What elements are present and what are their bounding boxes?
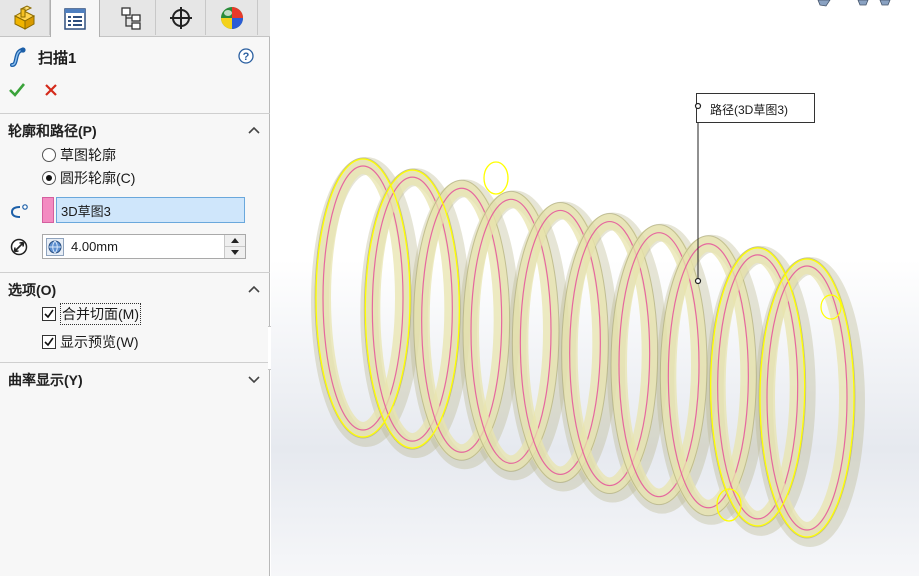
checkmark-icon xyxy=(9,83,26,97)
checkbox-show-preview[interactable]: 显示预览(W) xyxy=(42,332,139,352)
show-preview-label: 显示预览(W) xyxy=(60,334,139,350)
group-title-curvature-display[interactable]: 曲率显示(Y) xyxy=(8,370,83,390)
dimxpert-manager-icon xyxy=(169,6,192,29)
path-icon xyxy=(10,204,28,218)
graphics-viewport[interactable]: 路径(3D草图3) xyxy=(271,0,919,576)
profile-circle xyxy=(483,161,509,195)
chevron-down-icon[interactable] xyxy=(246,372,262,386)
feature-header: 扫描1 ? xyxy=(0,42,270,70)
callout-anchor-point xyxy=(694,277,702,285)
diameter-spinner[interactable] xyxy=(224,235,245,258)
divider xyxy=(0,113,270,114)
group-title-profile-and-path[interactable]: 轮廓和路径(P) xyxy=(8,121,97,141)
chevron-up-icon[interactable] xyxy=(246,123,262,137)
spin-down-button[interactable] xyxy=(225,246,245,258)
tab-display-manager[interactable] xyxy=(206,0,258,35)
tab-configuration-manager[interactable] xyxy=(106,0,156,35)
callout-pin-icon xyxy=(694,102,702,110)
path-selection-row: 3D草图3 xyxy=(0,195,270,227)
diameter-input[interactable]: 4.00mm xyxy=(42,234,246,259)
close-icon xyxy=(45,84,57,96)
configuration-manager-icon xyxy=(120,6,141,30)
tab-property-manager[interactable] xyxy=(50,0,100,37)
diameter-value: 4.00mm xyxy=(71,239,118,254)
checkbox-merge-tangent-faces[interactable]: 合并切面(M) xyxy=(42,303,141,325)
cancel-button[interactable] xyxy=(42,81,60,99)
radio-sketch-profile[interactable]: 草图轮廓 xyxy=(42,145,116,165)
path-callout-label[interactable]: 路径(3D草图3) xyxy=(696,93,815,123)
path-color-swatch xyxy=(42,197,54,223)
checkbox[interactable] xyxy=(42,307,56,321)
ok-button[interactable] xyxy=(8,81,26,99)
diameter-row: 4.00mm xyxy=(0,233,270,259)
tab-feature-manager[interactable] xyxy=(0,0,50,35)
radio-button[interactable] xyxy=(42,148,56,162)
radio-sketch-profile-label: 草图轮廓 xyxy=(60,147,116,163)
radio-circular-profile[interactable]: 圆形轮廓(C) xyxy=(42,168,135,188)
merge-tangent-faces-label: 合并切面(M) xyxy=(60,303,141,325)
checkmark-icon xyxy=(44,337,54,347)
group-title-options[interactable]: 选项(O) xyxy=(8,280,56,300)
path-selection-field[interactable]: 3D草图3 xyxy=(56,197,245,223)
globe-icon xyxy=(46,238,64,256)
help-icon[interactable]: ? xyxy=(238,48,254,64)
spin-up-button[interactable] xyxy=(225,235,245,246)
callout-text: 路径(3D草图3) xyxy=(710,103,789,117)
divider xyxy=(0,362,270,363)
tab-dimxpert-manager[interactable] xyxy=(156,0,206,35)
radio-button-selected[interactable] xyxy=(42,171,56,185)
property-manager-icon xyxy=(64,7,86,30)
svg-text:?: ? xyxy=(243,51,250,63)
sweep-icon xyxy=(10,47,26,67)
feature-manager-icon xyxy=(13,4,35,30)
property-manager-panel: 扫描1 ? 轮廓和路径(P) 草图轮廓 圆形轮廓(C) 3D草图3 4.00mm… xyxy=(0,0,270,576)
checkbox[interactable] xyxy=(42,335,56,349)
manager-tab-bar xyxy=(0,0,270,37)
radio-circular-profile-label: 圆形轮廓(C) xyxy=(60,170,136,186)
triangle-down-icon xyxy=(231,250,239,255)
checkmark-icon xyxy=(44,309,54,319)
diameter-icon xyxy=(10,238,28,256)
feature-title: 扫描1 xyxy=(38,50,77,67)
display-manager-icon xyxy=(220,6,243,29)
sweep-preview-model[interactable] xyxy=(271,0,919,576)
triangle-up-icon xyxy=(231,238,239,243)
divider xyxy=(0,272,270,273)
chevron-up-icon[interactable] xyxy=(246,282,262,296)
